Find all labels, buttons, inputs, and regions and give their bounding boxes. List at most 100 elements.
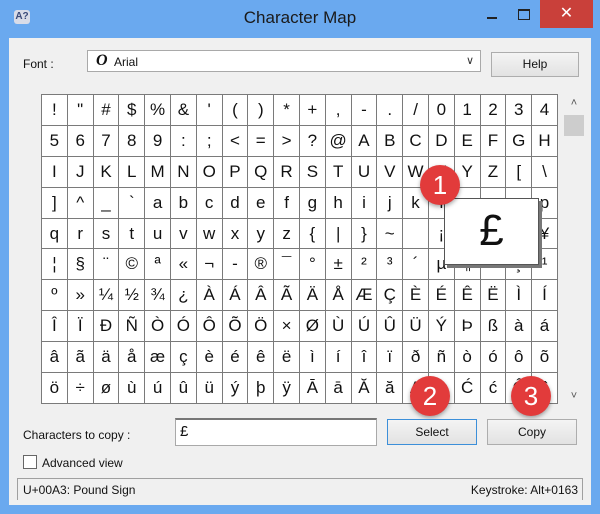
character-cell[interactable]: ā: [324, 372, 352, 404]
character-cell[interactable]: Ö: [247, 310, 275, 343]
character-cell[interactable]: ø: [92, 372, 120, 404]
character-cell[interactable]: ÿ: [273, 372, 300, 404]
character-cell[interactable]: c: [195, 186, 223, 219]
character-cell[interactable]: Ê: [453, 279, 481, 312]
maximize-button[interactable]: [508, 0, 540, 28]
character-cell[interactable]: 6: [66, 124, 94, 157]
scroll-down-icon[interactable]: ˅: [562, 387, 586, 405]
character-cell[interactable]: r: [66, 217, 94, 250]
scrollbar-thumb[interactable]: [564, 115, 584, 136]
character-cell[interactable]: ": [66, 94, 94, 126]
character-cell[interactable]: í: [324, 341, 352, 374]
character-cell[interactable]: a: [144, 186, 171, 219]
character-cell[interactable]: þ: [247, 372, 275, 404]
character-cell[interactable]: E: [453, 124, 481, 157]
character-cell[interactable]: q: [41, 217, 68, 250]
character-cell[interactable]: Ă: [350, 372, 378, 404]
advanced-view-checkbox[interactable]: [23, 455, 37, 469]
character-cell[interactable]: 0: [427, 94, 455, 126]
character-cell[interactable]: ;: [195, 124, 223, 157]
character-cell[interactable]: R: [273, 155, 300, 188]
character-cell[interactable]: @: [324, 124, 352, 157]
character-cell[interactable]: Á: [221, 279, 249, 312]
character-cell[interactable]: !: [41, 94, 68, 126]
character-cell[interactable]: *: [273, 94, 300, 126]
character-cell[interactable]: z: [273, 217, 300, 250]
character-cell[interactable]: ©: [118, 248, 146, 281]
character-cell[interactable]: 9: [144, 124, 171, 157]
character-cell[interactable]: }: [350, 217, 378, 250]
character-cell[interactable]: Ā: [298, 372, 326, 404]
character-cell[interactable]: Ñ: [118, 310, 146, 343]
character-cell[interactable]: ^: [66, 186, 94, 219]
close-button[interactable]: ✕: [540, 0, 593, 28]
character-cell[interactable]: ò: [453, 341, 481, 374]
character-cell[interactable]: g: [298, 186, 326, 219]
character-cell[interactable]: á: [531, 310, 558, 343]
character-cell[interactable]: w: [195, 217, 223, 250]
character-cell[interactable]: x: [221, 217, 249, 250]
character-cell[interactable]: j: [376, 186, 404, 219]
character-cell[interactable]: å: [118, 341, 146, 374]
characters-to-copy-input[interactable]: £: [175, 418, 377, 446]
character-cell[interactable]: /: [402, 94, 429, 126]
character-cell[interactable]: #: [92, 94, 120, 126]
character-cell[interactable]: ó: [479, 341, 507, 374]
character-cell[interactable]: ': [195, 94, 223, 126]
character-cell[interactable]: `: [118, 186, 146, 219]
character-cell[interactable]: Å: [324, 279, 352, 312]
character-cell[interactable]: 1: [453, 94, 481, 126]
character-cell[interactable]: ì: [298, 341, 326, 374]
character-cell[interactable]: (: [221, 94, 249, 126]
character-cell[interactable]: Ô: [195, 310, 223, 343]
character-cell[interactable]: ö: [41, 372, 68, 404]
character-cell[interactable]: H: [531, 124, 558, 157]
character-cell[interactable]: ª: [144, 248, 171, 281]
character-cell[interactable]: Ë: [479, 279, 507, 312]
character-cell[interactable]: Õ: [221, 310, 249, 343]
character-cell[interactable]: ¾: [144, 279, 171, 312]
character-cell[interactable]: ¼: [92, 279, 120, 312]
character-cell[interactable]: \: [531, 155, 558, 188]
character-cell[interactable]: |: [324, 217, 352, 250]
character-cell[interactable]: $: [118, 94, 146, 126]
character-cell[interactable]: e: [247, 186, 275, 219]
character-cell[interactable]: é: [221, 341, 249, 374]
character-cell[interactable]: Ä: [298, 279, 326, 312]
character-cell[interactable]: 2: [479, 94, 507, 126]
character-cell[interactable]: à: [505, 310, 533, 343]
character-cell[interactable]: Ø: [298, 310, 326, 343]
character-cell[interactable]: f: [273, 186, 300, 219]
character-cell[interactable]: À: [195, 279, 223, 312]
character-cell[interactable]: .: [376, 94, 404, 126]
character-cell[interactable]: >: [273, 124, 300, 157]
font-dropdown[interactable]: O Arial ∨: [87, 50, 481, 72]
character-cell[interactable]: i: [350, 186, 378, 219]
character-cell[interactable]: b: [169, 186, 197, 219]
character-cell[interactable]: ý: [221, 372, 249, 404]
character-cell[interactable]: ç: [169, 341, 197, 374]
character-cell[interactable]: Ć: [453, 372, 481, 404]
character-cell[interactable]: ã: [66, 341, 94, 374]
character-cell[interactable]: ®: [247, 248, 275, 281]
character-cell[interactable]: 8: [118, 124, 146, 157]
character-cell[interactable]: T: [324, 155, 352, 188]
grid-scrollbar[interactable]: ˄ ˅: [562, 94, 586, 405]
character-cell[interactable]: 5: [41, 124, 68, 157]
character-cell[interactable]: 7: [92, 124, 120, 157]
character-cell[interactable]: B: [376, 124, 404, 157]
character-cell[interactable]: Ý: [427, 310, 455, 343]
character-cell[interactable]: î: [350, 341, 378, 374]
character-cell[interactable]: D: [427, 124, 455, 157]
character-cell[interactable]: 4: [531, 94, 558, 126]
character-cell[interactable]: ²: [350, 248, 378, 281]
character-cell[interactable]: K: [92, 155, 120, 188]
character-cell[interactable]: ï: [376, 341, 404, 374]
character-cell[interactable]: J: [66, 155, 94, 188]
character-cell[interactable]: <: [221, 124, 249, 157]
character-cell[interactable]: ÷: [66, 372, 94, 404]
character-cell[interactable]: ¿: [169, 279, 197, 312]
character-cell[interactable]: F: [479, 124, 507, 157]
character-cell[interactable]: s: [92, 217, 120, 250]
character-cell[interactable]: ß: [479, 310, 507, 343]
